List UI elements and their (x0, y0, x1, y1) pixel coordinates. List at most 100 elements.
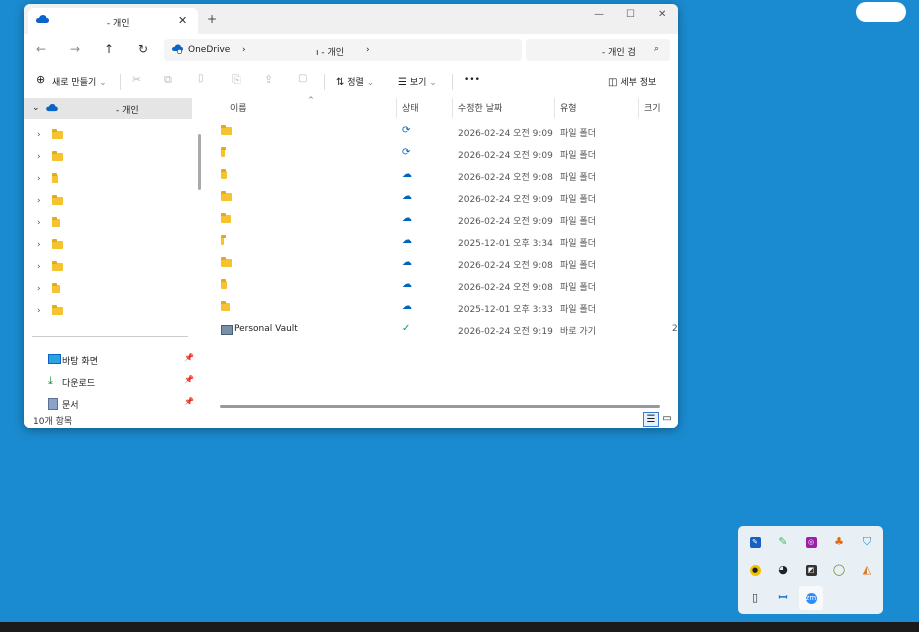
nav-folder[interactable]: › (24, 278, 192, 300)
up-button[interactable]: ↑ (104, 42, 114, 56)
breadcrumb-onedrive[interactable]: OneDrive (188, 45, 230, 55)
folder-icon (52, 151, 63, 161)
delete-icon[interactable]: ▢ (298, 73, 307, 84)
chat-icon[interactable]: ● (743, 558, 767, 582)
new-tab-button[interactable]: + (207, 12, 217, 26)
table-row[interactable]: ☁ 2026-02-24 오전 9:09 파일 폴더 (206, 208, 678, 230)
tray-app-icon[interactable]: ◎ (799, 530, 823, 554)
details-view-button[interactable]: ☰ (643, 412, 659, 427)
share-icon[interactable]: ⇪ (264, 73, 273, 86)
search-box[interactable]: - 개인 검 ⌕ (526, 39, 670, 61)
system-tray-overflow: ✎ ✎ ◎ ♣ ⛉ ● ◕ ◩ ◯ ◭ ▯ ꟷ zm (738, 526, 883, 614)
sort-button[interactable]: ⇅ 정렬 ⌄ (336, 75, 374, 88)
forward-button[interactable]: → (70, 42, 80, 56)
table-row[interactable]: ⟳ 2026-02-24 오전 9:09 파일 폴더 (206, 142, 678, 164)
large-icons-view-button[interactable]: ▭ (660, 412, 674, 425)
cloud-icon: ☁ (402, 301, 412, 312)
breadcrumb-separator-2[interactable]: › (366, 45, 370, 55)
zoom-icon[interactable]: zm (799, 586, 823, 610)
refresh-button[interactable]: ↻ (138, 42, 148, 56)
column-divider[interactable] (638, 98, 639, 118)
nav-folder[interactable]: › (24, 190, 192, 212)
pin-icon[interactable]: 📌 (184, 397, 194, 406)
tray-app-icon[interactable]: ✎ (771, 530, 795, 554)
folder-icon (221, 191, 232, 204)
quick-access-desktop[interactable]: 바탕 화면 📌 (24, 349, 194, 369)
address-bar[interactable]: OneDrive › ı - 개인 › (164, 39, 522, 61)
folder-icon (52, 239, 63, 249)
nav-folder[interactable]: › (24, 256, 192, 278)
column-divider[interactable] (554, 98, 555, 118)
column-header-size[interactable]: 크기 (644, 101, 661, 114)
tab-close-button[interactable]: ✕ (178, 14, 187, 27)
table-row[interactable]: ☁ 2026-02-24 오전 9:08 파일 폴더 (206, 164, 678, 186)
nav-folder[interactable]: › (24, 212, 192, 234)
table-row[interactable]: ⟳ 2026-02-24 오전 9:09 파일 폴더 (206, 120, 678, 142)
tray-app-icon[interactable]: ◯ (827, 558, 851, 582)
new-button[interactable]: 새로 만들기 ⌄ (52, 75, 107, 88)
pin-icon[interactable]: 📌 (184, 375, 194, 384)
folder-icon (52, 261, 63, 271)
nav-folder[interactable]: › (24, 146, 192, 168)
divider (324, 74, 325, 90)
cloud-icon: ☁ (402, 191, 412, 202)
chevron-right-icon: › (37, 130, 41, 140)
tray-app-icon[interactable]: ♣ (827, 530, 851, 554)
pin-icon[interactable]: 📌 (184, 353, 194, 362)
more-options-button[interactable]: ••• (464, 75, 480, 85)
paste-icon[interactable]: ▯ (198, 73, 204, 84)
tab-onedrive-personal[interactable]: - 개인 ✕ (28, 8, 198, 34)
folder-icon (221, 147, 226, 160)
chevron-right-icon: › (37, 174, 41, 184)
table-row[interactable]: ☁ 2026-02-24 오전 9:09 파일 폴더 (206, 186, 678, 208)
tray-app-icon[interactable]: ◭ (855, 558, 879, 582)
rename-icon[interactable]: ⎘ (232, 73, 241, 87)
quick-access-label: 바탕 화면 (62, 357, 98, 367)
tray-app-icon[interactable]: ✎ (743, 530, 767, 554)
tray-app-icon[interactable]: ◕ (771, 558, 795, 582)
breadcrumb-separator[interactable]: › (242, 45, 246, 55)
file-type: 파일 폴더 (560, 129, 596, 139)
table-row[interactable]: ☁ 2026-02-24 오전 9:08 파일 폴더 (206, 252, 678, 274)
tray-app-icon[interactable]: ◩ (799, 558, 823, 582)
view-button[interactable]: ☰ 보기 ⌄ (398, 75, 437, 88)
maximize-button[interactable]: ☐ (626, 9, 635, 20)
column-header-modified[interactable]: 수정한 날짜 (458, 101, 502, 114)
quick-access-downloads[interactable]: ⤓ 다운로드 📌 (24, 371, 194, 391)
search-icon: ⌕ (654, 44, 660, 54)
close-window-button[interactable]: ✕ (658, 9, 666, 20)
horizontal-scrollbar[interactable] (220, 405, 660, 408)
desktop-cloud-shape (856, 2, 906, 22)
column-divider[interactable] (452, 98, 453, 118)
file-type: 파일 폴더 (560, 261, 596, 271)
folder-icon (221, 235, 226, 248)
folder-icon (221, 213, 231, 226)
table-row[interactable]: ☁ 2026-02-24 오전 9:08 파일 폴더 (206, 274, 678, 296)
breadcrumb-personal[interactable]: ı - 개인 (316, 45, 344, 58)
minimize-button[interactable]: — (594, 9, 604, 20)
table-row[interactable]: Personal Vault ✓ 2026-02-24 오전 9:19 바로 가기 2 (206, 318, 678, 340)
modified-date: 2025-12-01 오후 3:33 (458, 305, 553, 315)
column-header-status[interactable]: 상태 (402, 101, 419, 114)
details-pane-button[interactable]: ◫ 세부 정보 (608, 75, 656, 88)
file-type: 파일 폴더 (560, 283, 596, 293)
column-header-type[interactable]: 유형 (560, 101, 577, 114)
column-divider[interactable] (396, 98, 397, 118)
column-header-name[interactable]: 이름 (230, 101, 247, 114)
nav-item-onedrive-personal[interactable]: ⌄ - 개인 (24, 98, 192, 119)
table-row[interactable]: ☁ 2025-12-01 오후 3:34 파일 폴더 (206, 230, 678, 252)
nav-folder[interactable]: › (24, 300, 192, 322)
back-button[interactable]: ← (36, 42, 46, 56)
shield-icon[interactable]: ⛉ (855, 530, 879, 554)
usb-icon[interactable]: ▯ (743, 586, 767, 610)
nav-folder[interactable]: › (24, 124, 192, 146)
modified-date: 2026-02-24 오전 9:09 (458, 129, 553, 139)
table-row[interactable]: ☁ 2025-12-01 오후 3:33 파일 폴더 (206, 296, 678, 318)
nav-folder[interactable]: › (24, 234, 192, 256)
details-pane-icon: ◫ (608, 77, 618, 88)
cut-icon[interactable]: ✂ (132, 73, 141, 86)
nav-pane-scrollbar[interactable] (198, 134, 201, 190)
tray-app-icon[interactable]: ꟷ (771, 586, 795, 610)
nav-folder[interactable]: › (24, 168, 192, 190)
copy-icon[interactable]: ⧉ (164, 73, 172, 87)
